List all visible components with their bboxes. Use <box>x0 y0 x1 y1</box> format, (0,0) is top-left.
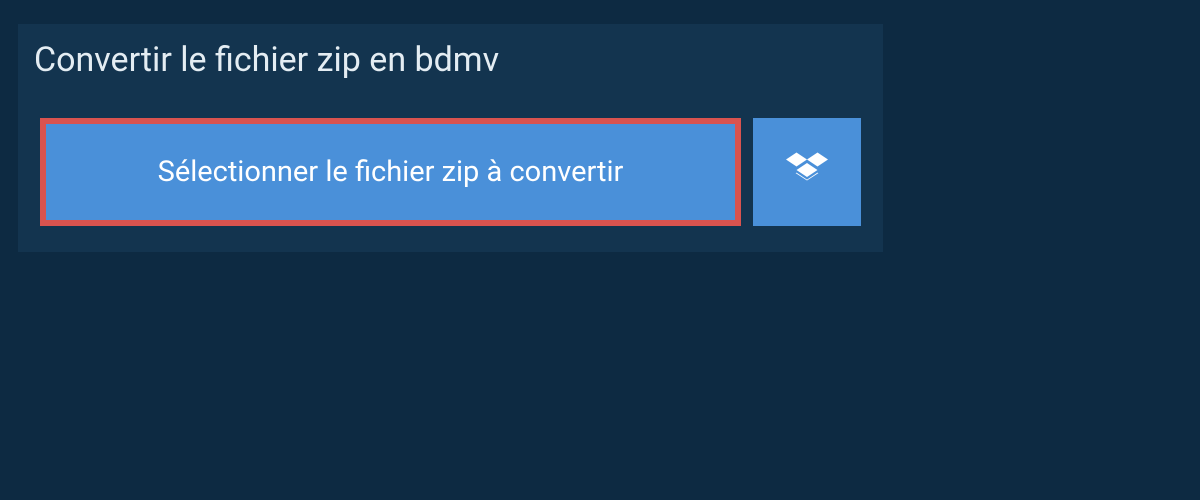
button-row: Sélectionner le fichier zip à convertir <box>18 96 883 252</box>
page-title: Convertir le fichier zip en bdmv <box>18 24 521 96</box>
dropbox-icon <box>786 149 828 195</box>
dropbox-button[interactable] <box>753 118 861 226</box>
select-file-label: Sélectionner le fichier zip à convertir <box>158 155 624 189</box>
converter-panel: Convertir le fichier zip en bdmv Sélecti… <box>18 24 883 252</box>
select-file-button[interactable]: Sélectionner le fichier zip à convertir <box>40 118 741 226</box>
